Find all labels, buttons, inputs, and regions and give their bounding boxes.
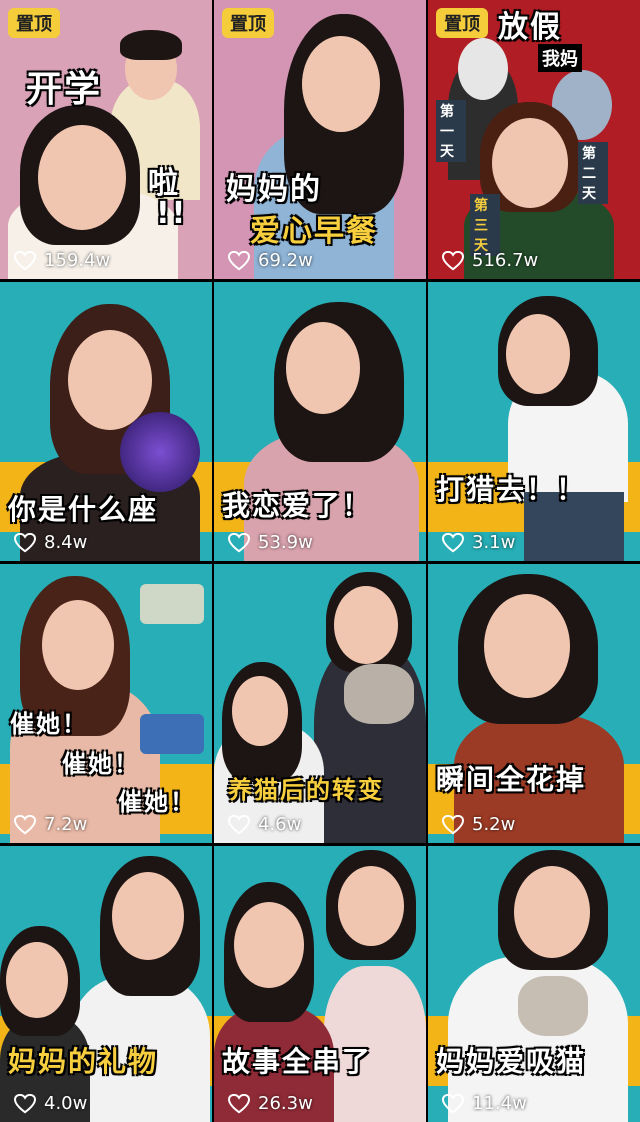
figure-head — [302, 36, 380, 132]
video-grid: 置顶 开学 啦 !! 159.4w 置顶 妈妈的 爱心早餐 69.2w 置顶 放… — [0, 0, 640, 1122]
like-count-text: 7.2w — [44, 814, 88, 835]
video-caption: 我恋爱了！ — [222, 489, 373, 522]
video-tile-4[interactable]: 你是什么座 8.4w — [0, 282, 212, 561]
heart-icon — [228, 250, 250, 270]
figure-head — [492, 118, 568, 208]
video-caption: 妈妈爱吸猫 — [436, 1045, 587, 1078]
video-caption: 养猫后的转变 — [228, 776, 384, 804]
figure-head — [484, 594, 570, 698]
like-count-text: 4.0w — [44, 1093, 88, 1114]
zodiac-icon — [120, 412, 200, 492]
video-tile-1[interactable]: 置顶 开学 啦 !! 159.4w — [0, 0, 212, 279]
video-tile-3[interactable]: 置顶 放假 我妈 第一天 第二天 第三天 516.7w — [428, 0, 640, 279]
video-tile-8[interactable]: 养猫后的转变 4.6w — [214, 564, 426, 843]
figure-head — [232, 676, 288, 746]
like-count: 159.4w — [14, 250, 110, 271]
figure-head — [234, 902, 304, 988]
heart-icon — [14, 250, 36, 270]
heart-icon — [442, 250, 464, 270]
video-tile-11[interactable]: 故事全串了 26.3w — [214, 846, 426, 1122]
figure-head — [38, 125, 126, 230]
heart-icon — [14, 532, 36, 552]
like-count: 8.4w — [14, 532, 87, 553]
video-caption: 妈妈的礼物 — [8, 1045, 159, 1078]
video-tile-7[interactable]: 催她！ 催她！ 催她！ 7.2w — [0, 564, 212, 843]
video-caption-3: 第一天 — [436, 100, 466, 162]
figure-head — [458, 38, 508, 100]
pinned-badge: 置顶 — [222, 8, 274, 38]
video-tile-12[interactable]: 妈妈爱吸猫 11.4w — [428, 846, 640, 1122]
figure-head — [338, 866, 404, 946]
video-caption: 故事全串了 — [222, 1045, 373, 1078]
like-count: 516.7w — [442, 250, 538, 271]
like-count-text: 159.4w — [44, 250, 111, 271]
figure-head — [112, 872, 184, 960]
video-caption-2: 爱心早餐 — [250, 214, 378, 249]
video-caption-2: 我妈 — [538, 44, 582, 72]
heart-icon — [228, 532, 250, 552]
figure-head — [42, 600, 114, 690]
like-count-text: 26.3w — [258, 1093, 313, 1114]
video-tile-2[interactable]: 置顶 妈妈的 爱心早餐 69.2w — [214, 0, 426, 279]
like-count: 69.2w — [228, 250, 313, 271]
like-count: 5.2w — [442, 814, 515, 835]
like-count: 26.3w — [228, 1093, 313, 1114]
like-count: 4.6w — [228, 814, 301, 835]
video-caption-4: 第二天 — [578, 142, 608, 204]
video-caption: 开学 — [26, 69, 103, 110]
video-caption: 放假 — [498, 10, 562, 45]
video-caption: 催她！ — [10, 710, 88, 738]
figure-head — [334, 586, 398, 664]
figure-head — [506, 314, 570, 394]
like-count: 4.0w — [14, 1093, 87, 1114]
figure-head — [6, 942, 68, 1018]
cat-figure — [518, 976, 588, 1036]
like-count-text: 5.2w — [472, 814, 516, 835]
like-count-text: 69.2w — [258, 250, 313, 271]
video-caption-3: 催她！ — [118, 788, 196, 816]
video-caption-3: !! — [156, 196, 188, 231]
figure-head — [514, 866, 590, 958]
figure-head — [286, 322, 360, 414]
video-caption: 你是什么座 — [8, 493, 159, 526]
like-count-text: 8.4w — [44, 532, 88, 553]
heart-icon — [442, 532, 464, 552]
heart-icon — [442, 1093, 464, 1113]
like-count-text: 4.6w — [258, 814, 302, 835]
heart-icon — [228, 1093, 250, 1113]
like-count-text: 3.1w — [472, 532, 516, 553]
like-count: 7.2w — [14, 814, 87, 835]
pinned-badge: 置顶 — [436, 8, 488, 38]
cat-figure — [344, 664, 414, 724]
like-count-text: 516.7w — [472, 250, 539, 271]
figure-hair — [120, 30, 182, 60]
video-tile-5[interactable]: 我恋爱了！ 53.9w — [214, 282, 426, 561]
heart-icon — [14, 1093, 36, 1113]
like-count: 53.9w — [228, 532, 313, 553]
video-tile-9[interactable]: 瞬间全花掉 5.2w — [428, 564, 640, 843]
figure-head — [68, 330, 152, 430]
like-count-text: 53.9w — [258, 532, 313, 553]
video-tile-10[interactable]: 妈妈的礼物 4.0w — [0, 846, 212, 1122]
like-count: 3.1w — [442, 532, 515, 553]
video-caption: 瞬间全花掉 — [436, 763, 587, 796]
video-caption: 妈妈的 — [226, 172, 322, 207]
heart-icon — [442, 814, 464, 834]
heart-icon — [14, 814, 36, 834]
money-card-icon — [140, 584, 204, 624]
video-caption-5: 第三天 — [470, 194, 500, 256]
like-count-text: 11.4w — [472, 1093, 527, 1114]
video-caption-2: 催她！ — [62, 750, 140, 778]
pinned-badge: 置顶 — [8, 8, 60, 38]
like-count: 11.4w — [442, 1093, 527, 1114]
heart-icon — [228, 814, 250, 834]
video-caption: 打猎去！！ — [436, 473, 587, 506]
video-tile-6[interactable]: 打猎去！！ 3.1w — [428, 282, 640, 561]
